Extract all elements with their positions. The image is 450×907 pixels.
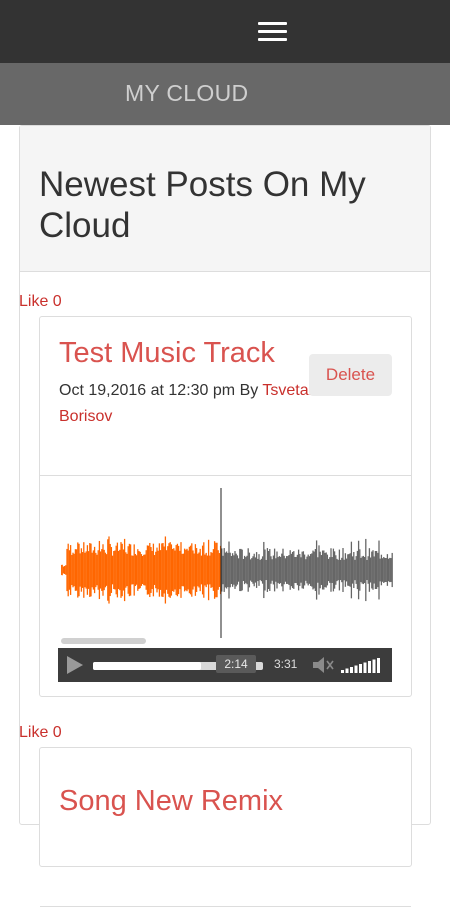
post-date: Oct 19,2016 at 12:30 pm <box>59 382 236 399</box>
volume-bar <box>359 664 362 673</box>
brand-link[interactable]: MY CLOUD <box>125 80 248 107</box>
waveform-scrollbar[interactable] <box>61 638 146 644</box>
volume-bar <box>354 665 358 673</box>
volume-bar <box>350 667 353 673</box>
volume-bar <box>363 662 367 673</box>
waveform[interactable] <box>61 488 393 638</box>
seek-bar[interactable]: 2:14 <box>93 655 263 673</box>
post-title-link[interactable]: Test Music Track <box>59 336 275 370</box>
volume-icon[interactable] <box>311 655 335 675</box>
by-label: By <box>239 382 259 399</box>
volume-bar <box>372 659 376 673</box>
audio-player: 2:14 3:31 <box>40 476 411 695</box>
post-header: Song New Remix <box>40 748 411 907</box>
player-controls: 2:14 3:31 <box>58 648 392 682</box>
hamburger-icon[interactable] <box>258 22 287 42</box>
volume-bar <box>345 668 349 673</box>
play-icon[interactable] <box>65 656 85 674</box>
brand-bar: MY CLOUD <box>0 63 450 125</box>
volume-bar <box>341 670 344 673</box>
duration-label: 3:31 <box>274 657 298 671</box>
page-title: Newest Posts On My Cloud <box>39 165 366 245</box>
post-card: Test Music Track Delete Oct 19,2016 at 1… <box>39 316 412 697</box>
volume-bar <box>377 658 380 673</box>
like-link[interactable]: Like 0 <box>19 724 62 742</box>
top-navbar <box>0 0 450 63</box>
volume-bar <box>368 661 371 673</box>
panel-header: Newest Posts On My Cloud <box>20 126 430 272</box>
seek-progress <box>93 662 201 670</box>
post-header: Test Music Track Delete Oct 19,2016 at 1… <box>40 317 411 476</box>
post-card: Song New Remix <box>39 747 412 907</box>
delete-button[interactable]: Delete <box>309 354 392 396</box>
volume-slider[interactable] <box>341 657 383 673</box>
current-time-tooltip: 2:14 <box>216 655 256 673</box>
post-title-link[interactable]: Song New Remix <box>59 784 283 818</box>
like-link[interactable]: Like 0 <box>19 293 62 311</box>
